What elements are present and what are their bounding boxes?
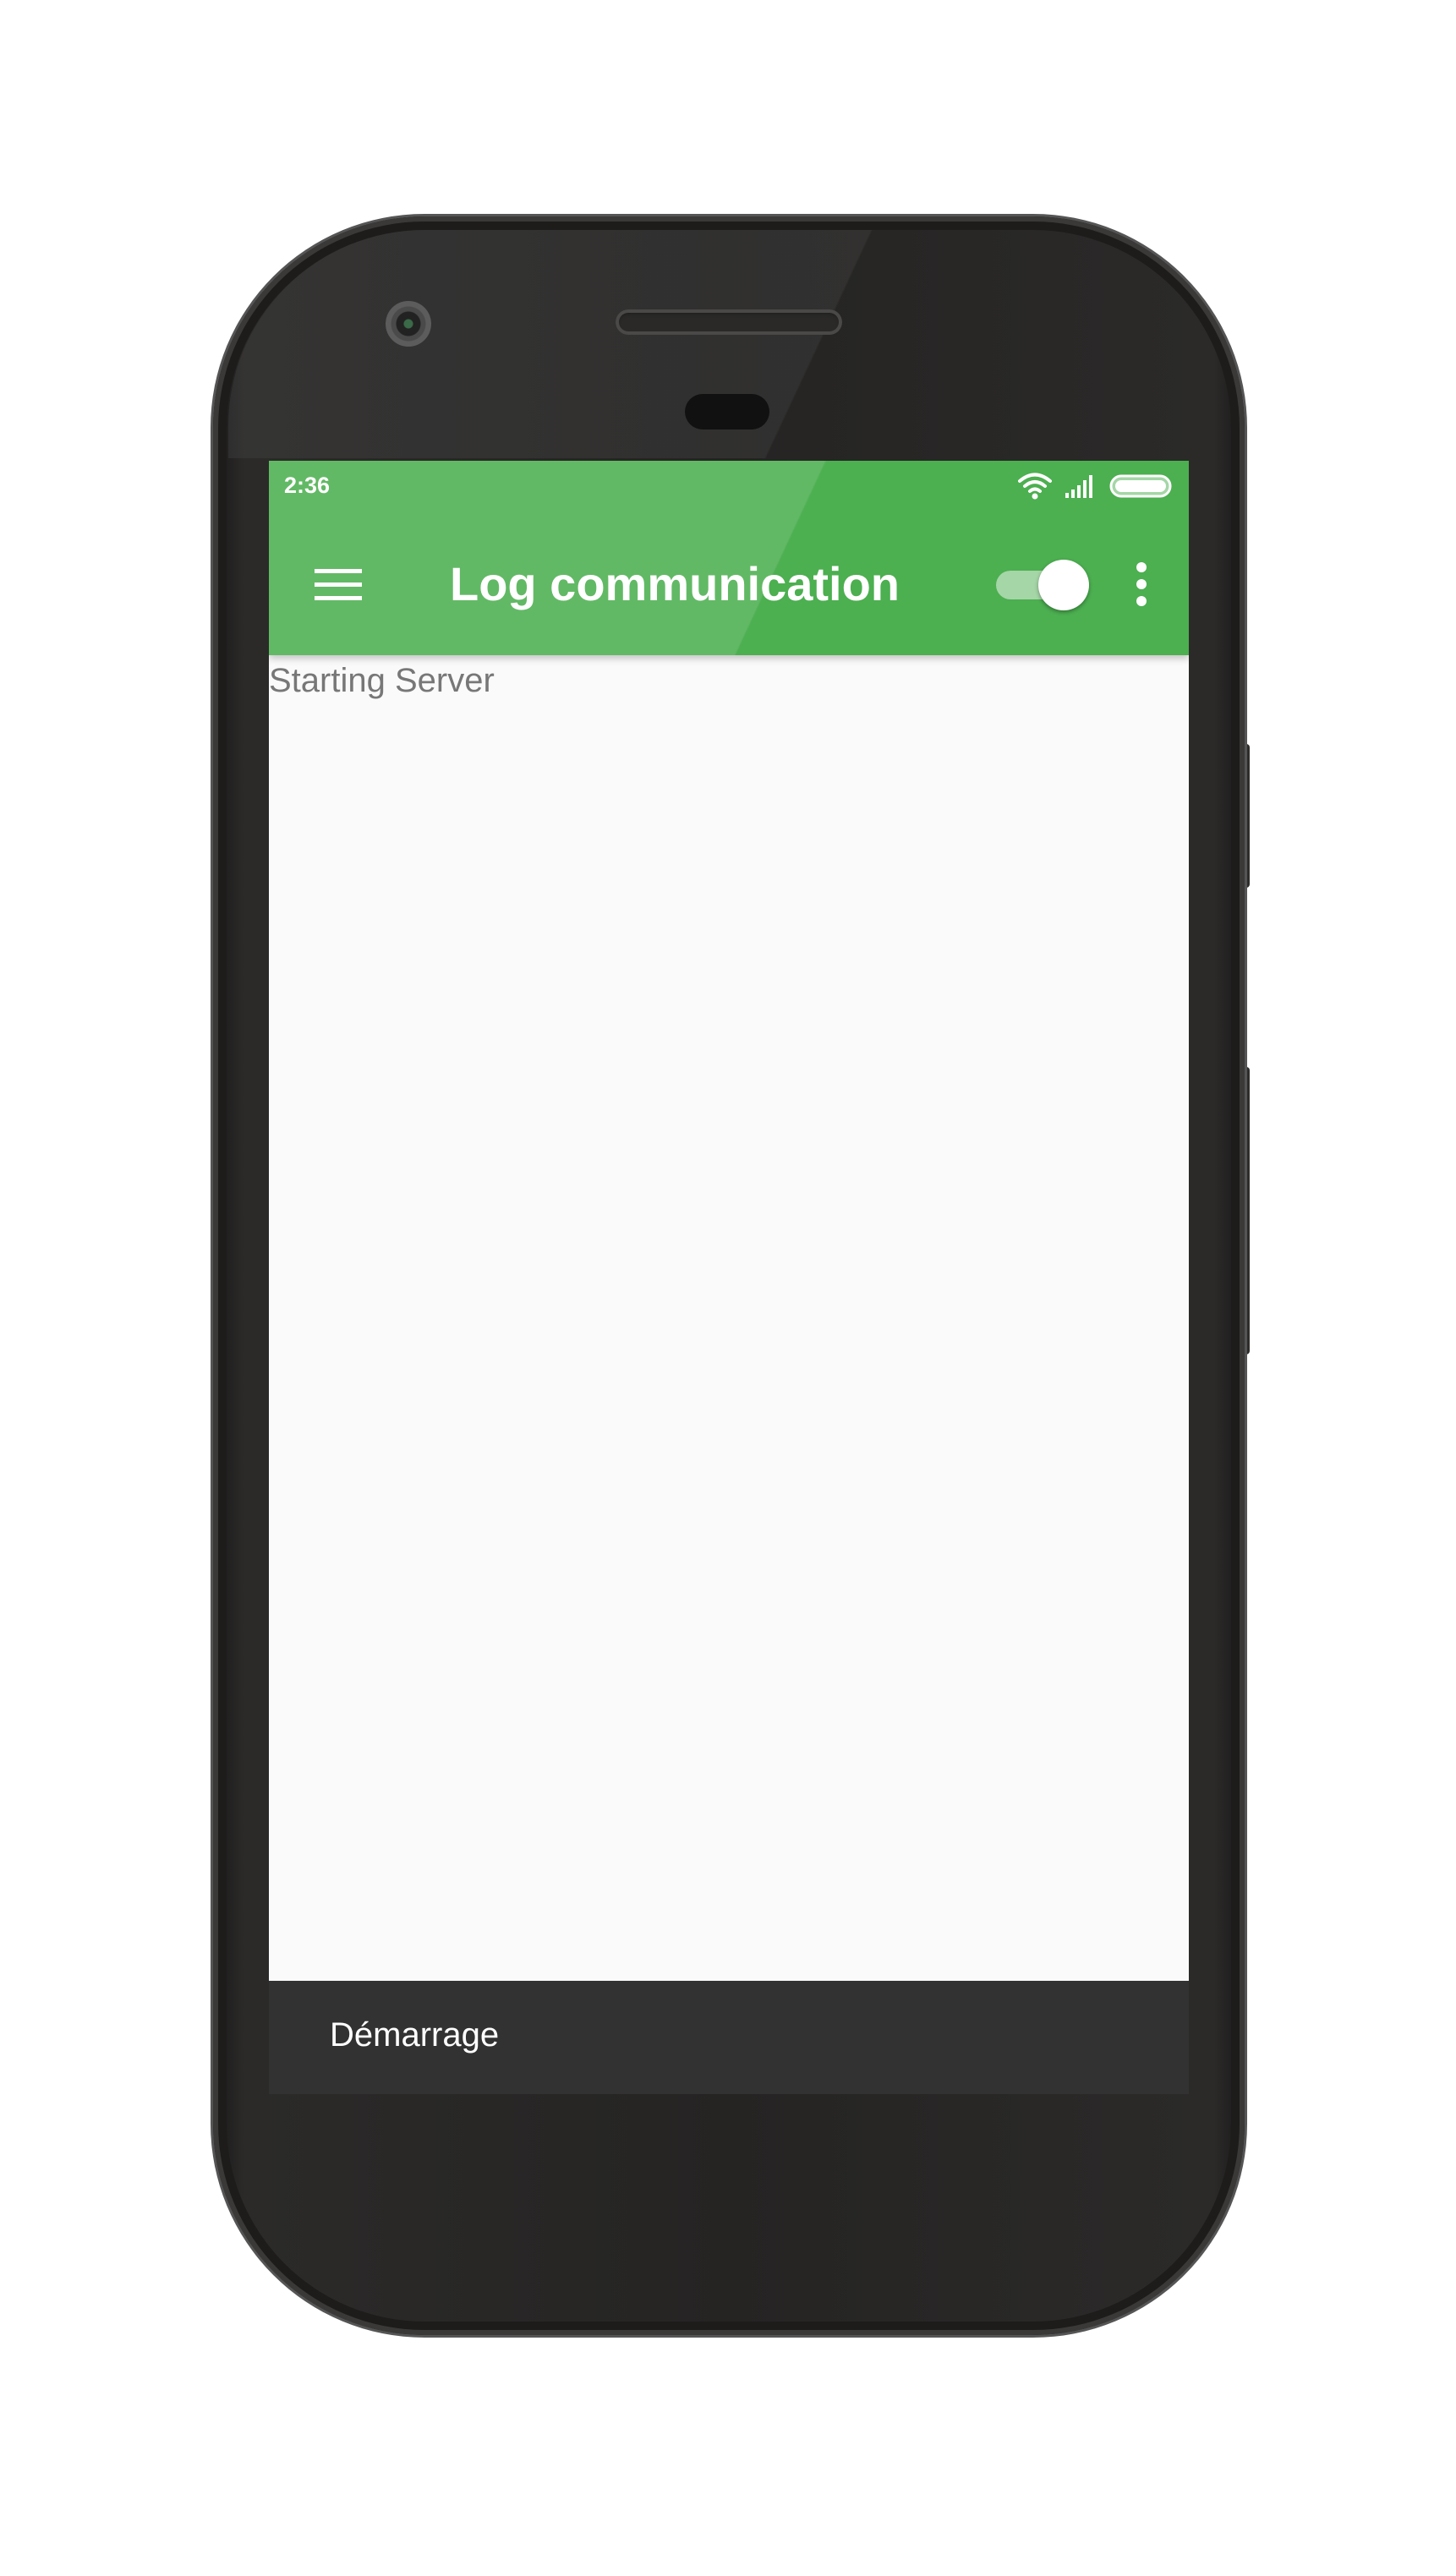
proximity-sensor bbox=[685, 394, 769, 429]
device-mockup: 2:36 Log communication Starting Server D… bbox=[0, 0, 1456, 2576]
app-screen: 2:36 Log communication Starting Server D… bbox=[269, 461, 1189, 2094]
earpiece-speaker bbox=[616, 309, 842, 335]
server-toggle[interactable] bbox=[994, 555, 1089, 613]
snackbar: Démarrage bbox=[269, 1981, 1189, 2094]
wifi-icon bbox=[1018, 472, 1052, 504]
toolbar: Log communication bbox=[269, 513, 1189, 655]
status-time: 2:36 bbox=[284, 473, 331, 498]
signal-icon bbox=[1064, 474, 1097, 501]
front-camera bbox=[386, 301, 431, 347]
battery-icon bbox=[1109, 473, 1175, 502]
page-title: Log communication bbox=[450, 557, 900, 610]
log-line: Starting Server bbox=[269, 662, 495, 699]
app-bar: 2:36 Log communication bbox=[269, 461, 1189, 655]
hamburger-menu-icon[interactable] bbox=[311, 562, 365, 606]
toggle-thumb bbox=[1038, 560, 1089, 610]
log-area: Starting Server bbox=[269, 655, 1189, 1981]
snackbar-message: Démarrage bbox=[330, 2016, 500, 2054]
status-icons bbox=[1018, 471, 1175, 505]
more-vert-icon[interactable] bbox=[1125, 555, 1158, 613]
status-bar: 2:36 bbox=[269, 461, 1189, 513]
